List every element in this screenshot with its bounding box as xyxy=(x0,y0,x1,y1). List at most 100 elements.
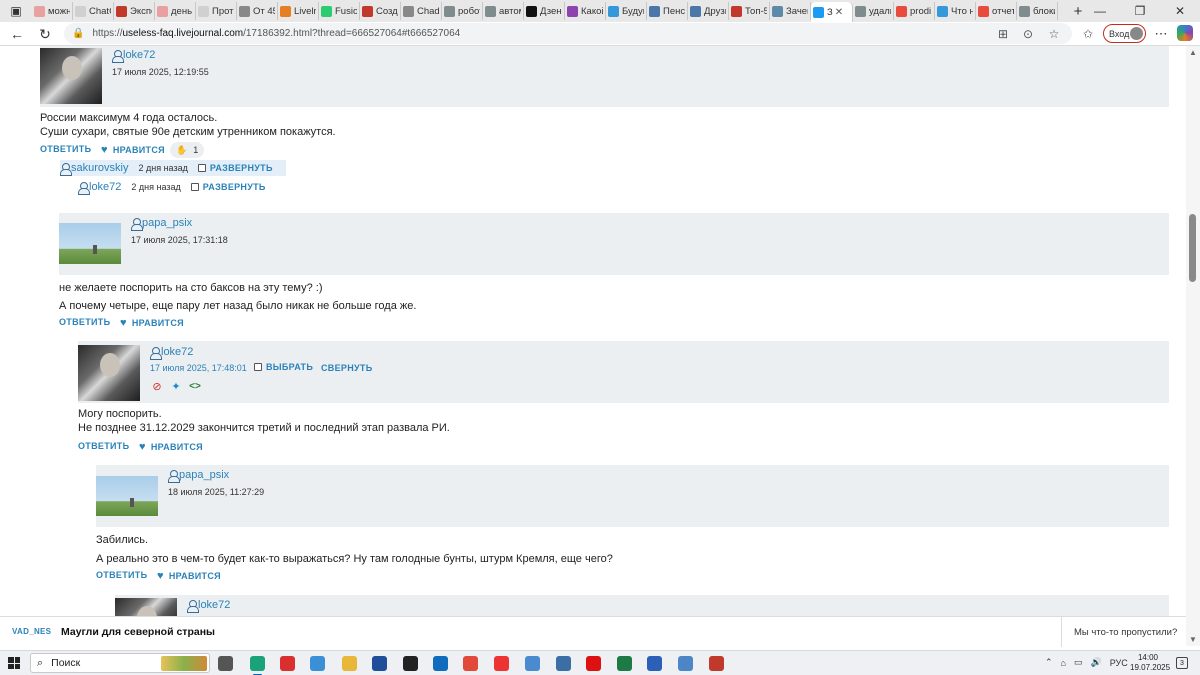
clock[interactable]: 14:00 19.07.2025 xyxy=(1130,653,1170,673)
browser-tab[interactable]: Livelr xyxy=(278,2,319,20)
reply-link[interactable]: ОТВЕТИТЬ xyxy=(96,570,147,580)
avatar[interactable] xyxy=(115,598,177,616)
word-icon[interactable] xyxy=(647,656,662,671)
avatar[interactable] xyxy=(40,48,102,104)
puzzle-app-icon[interactable] xyxy=(709,656,724,671)
username-link[interactable]: loke72 xyxy=(150,346,193,360)
username-link[interactable]: papa_psix xyxy=(131,217,192,231)
browser-tab[interactable]: блоки xyxy=(1017,2,1058,20)
language-indicator[interactable]: РУС xyxy=(1110,658,1128,668)
opera-icon[interactable] xyxy=(586,656,601,671)
yandex-browser-icon[interactable] xyxy=(494,656,509,671)
username-link[interactable]: papa_psix xyxy=(168,469,229,483)
browser-tab[interactable]: Зачем xyxy=(770,2,811,20)
code-icon[interactable]: <> xyxy=(188,379,202,393)
taskbar-search[interactable]: ⌕ Поиск xyxy=(30,653,210,673)
avatar[interactable] xyxy=(96,476,158,516)
select-checkbox[interactable] xyxy=(197,164,206,172)
volume-icon[interactable]: 🔊 xyxy=(1091,657,1102,668)
document-app-icon[interactable] xyxy=(678,656,693,671)
pin-icon[interactable]: ✦ xyxy=(169,379,183,393)
reply-link[interactable]: ОТВЕТИТЬ xyxy=(59,317,110,327)
browser-tab[interactable]: Друзь xyxy=(688,2,729,20)
post-author-link[interactable]: VAD_NES xyxy=(12,627,51,636)
back-arrow-icon[interactable]: ← xyxy=(6,24,28,44)
reaction-badge[interactable]: ✋ 1 xyxy=(170,142,205,158)
post-title-link[interactable]: Маугли для северной страны xyxy=(61,626,215,638)
magnifier-app-icon[interactable] xyxy=(556,656,571,671)
scrollbar-thumb[interactable] xyxy=(1189,214,1196,282)
reply-link[interactable]: ОТВЕТИТЬ xyxy=(78,441,129,451)
browser-tab[interactable]: Какой xyxy=(565,2,606,20)
like-button[interactable]: ♥ НРАВИТСЯ xyxy=(139,441,203,453)
settings-menu-icon[interactable]: ⋯ xyxy=(1152,25,1170,43)
reply-link[interactable]: ОТВЕТИТЬ xyxy=(40,144,91,154)
browser-tab[interactable]: робот xyxy=(442,2,483,20)
address-bar[interactable]: 🔒 https://useless-faq.livejournal.com/17… xyxy=(64,23,1072,44)
expand-link[interactable]: РАЗВЕРНУТЬ xyxy=(203,182,266,192)
browser-tab[interactable]: Дзен- xyxy=(524,2,565,20)
browser-tab[interactable]: день xyxy=(155,2,196,20)
browser-tab[interactable]: автом xyxy=(483,2,524,20)
chevron-up-icon[interactable]: ⌃ xyxy=(1045,657,1053,668)
browser-tab[interactable]: Экспе xyxy=(114,2,155,20)
page-scrollbar[interactable]: ▲ ▼ xyxy=(1186,46,1200,646)
username-link[interactable]: loke72 xyxy=(112,49,155,63)
select-checkbox[interactable] xyxy=(190,183,199,191)
close-window-icon[interactable]: ✕ xyxy=(1160,0,1200,22)
maximize-icon[interactable]: ❐ xyxy=(1120,0,1160,22)
browser-tab[interactable]: ChatG xyxy=(73,2,114,20)
browser-tab[interactable]: можн xyxy=(32,2,73,20)
select-checkbox[interactable] xyxy=(254,363,262,371)
like-button[interactable]: ♥ НРАВИТСЯ xyxy=(101,144,165,156)
feedback-link[interactable]: Мы что-то пропустили? xyxy=(1074,627,1177,638)
browser-tab[interactable]: Созда xyxy=(360,2,401,20)
collapse-link[interactable]: СВЕРНУТЬ xyxy=(321,363,372,373)
browser-tab[interactable]: Что н xyxy=(935,2,976,20)
excel-icon[interactable] xyxy=(617,656,632,671)
username-link[interactable]: loke72 xyxy=(78,181,121,195)
minimize-icon[interactable]: — xyxy=(1080,0,1120,22)
app-icon[interactable] xyxy=(525,656,540,671)
avatar[interactable] xyxy=(78,345,140,401)
browser-tab[interactable]: удали xyxy=(853,2,894,20)
ban-icon[interactable]: ⊘ xyxy=(150,379,164,393)
network-icon[interactable]: ⌂ xyxy=(1061,658,1066,668)
file-explorer-icon[interactable] xyxy=(342,656,357,671)
scroll-up-icon[interactable]: ▲ xyxy=(1189,48,1197,57)
browser-tab[interactable]: Fusion xyxy=(319,2,360,20)
read-aloud-icon[interactable]: ⊙ xyxy=(1020,26,1036,42)
split-screen-icon[interactable]: ⊞ xyxy=(995,26,1011,42)
browser-tab[interactable]: Пенсі xyxy=(647,2,688,20)
browser-tab[interactable]: З ✕ xyxy=(811,2,853,22)
chrome-icon[interactable] xyxy=(463,656,478,671)
favorite-star-icon[interactable]: ☆ xyxy=(1046,26,1062,42)
comment-permalink[interactable]: 17 июля 2025, 17:48:01 xyxy=(150,363,247,373)
browser-tab[interactable]: Прот xyxy=(196,2,237,20)
edge-browser-icon[interactable] xyxy=(250,656,265,675)
store-icon[interactable] xyxy=(372,656,387,671)
close-tab-icon[interactable]: ✕ xyxy=(835,7,843,18)
display-icon[interactable]: ▭ xyxy=(1074,657,1083,668)
username-link[interactable]: sakurovskiy xyxy=(60,162,128,176)
panda-app-icon[interactable] xyxy=(403,656,418,671)
tab-actions-icon[interactable]: ▣ xyxy=(3,0,29,22)
reload-icon[interactable]: ↻ xyxy=(34,24,56,44)
browser-tab[interactable]: Будуц xyxy=(606,2,647,20)
like-button[interactable]: ♥ НРАВИТСЯ xyxy=(157,570,221,582)
windows-start-icon[interactable] xyxy=(8,657,20,669)
browser-tab[interactable]: От 45 xyxy=(237,2,278,20)
avatar[interactable] xyxy=(59,223,121,264)
globe-icon[interactable] xyxy=(310,656,325,671)
browser-tab[interactable]: prodi xyxy=(894,2,935,20)
browser-tab[interactable]: отчет xyxy=(976,2,1017,20)
username-link[interactable]: loke72 xyxy=(187,599,230,613)
favorites-icon[interactable]: ✩ xyxy=(1080,26,1096,42)
login-button[interactable]: Вход xyxy=(1103,24,1146,43)
notifications-icon[interactable]: 3 xyxy=(1176,657,1188,669)
browser-tab[interactable]: Топ-5 xyxy=(729,2,770,20)
select-comment[interactable]: ВЫБРАТЬ xyxy=(254,362,313,372)
vivaldi-icon[interactable] xyxy=(280,656,295,671)
browser-tab[interactable]: Chad xyxy=(401,2,442,20)
outlook-icon[interactable] xyxy=(433,656,448,671)
